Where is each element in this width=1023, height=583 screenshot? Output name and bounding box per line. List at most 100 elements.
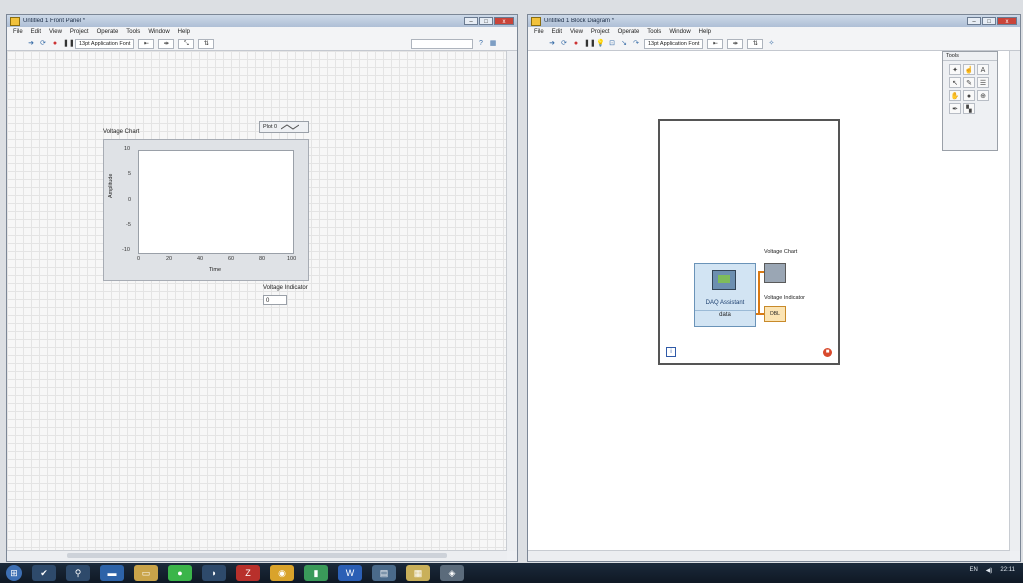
daq-data-output[interactable]: data bbox=[695, 310, 755, 318]
menu-edit[interactable]: Edit bbox=[31, 29, 41, 35]
clean-up-diagram-icon[interactable]: ✧ bbox=[767, 40, 775, 48]
menu-project[interactable]: Project bbox=[70, 29, 89, 35]
iteration-terminal[interactable]: i bbox=[666, 347, 676, 357]
abort-icon[interactable]: ● bbox=[572, 40, 580, 48]
help-icon[interactable]: ? bbox=[477, 40, 485, 48]
indicator-terminal[interactable]: DBL bbox=[764, 306, 786, 322]
run-continuously-icon[interactable]: ⟳ bbox=[560, 40, 568, 48]
voltage-indicator-label: Voltage Indicator bbox=[263, 285, 308, 291]
wiring-tool-icon[interactable]: ✎ bbox=[963, 77, 975, 88]
daq-assistant-node[interactable]: DAQ Assistant data bbox=[694, 263, 756, 327]
chrome-icon[interactable]: ◉ bbox=[270, 565, 294, 581]
scroll-tool-icon[interactable]: ✋ bbox=[949, 90, 961, 101]
distribute-objects-icon[interactable]: ⇹ bbox=[158, 38, 175, 49]
taskbar-app-icon[interactable]: ▮ bbox=[304, 565, 328, 581]
menu-file[interactable]: File bbox=[13, 29, 23, 35]
chart-plot-area[interactable] bbox=[138, 150, 294, 254]
font-selector[interactable]: 13pt Application Font bbox=[644, 38, 704, 49]
probe-tool-icon[interactable]: ⊕ bbox=[977, 90, 989, 101]
operate-tool-icon[interactable]: ☝ bbox=[963, 64, 975, 75]
step-over-icon[interactable]: ↷ bbox=[632, 40, 640, 48]
data-wire[interactable] bbox=[758, 271, 764, 273]
horizontal-scrollbar[interactable] bbox=[7, 550, 507, 561]
connector-pane-icon[interactable]: ▦ bbox=[489, 40, 497, 48]
position-tool-icon[interactable]: ↖ bbox=[949, 77, 961, 88]
menu-window[interactable]: Window bbox=[148, 29, 169, 35]
waveform-chart[interactable]: Amplitude 10 5 0 -5 -10 0 20 40 60 80 10… bbox=[103, 139, 309, 281]
while-loop[interactable]: i ■ DAQ Assistant data Voltage Chart Vol… bbox=[658, 119, 840, 365]
run-arrow-icon[interactable]: ➜ bbox=[548, 40, 556, 48]
auto-tool-icon[interactable]: ✦ bbox=[949, 64, 961, 75]
menu-operate[interactable]: Operate bbox=[97, 29, 119, 35]
chart-terminal[interactable] bbox=[764, 263, 786, 283]
block-diagram-title: Untitled 1 Block Diagram * bbox=[544, 18, 615, 24]
menu-project[interactable]: Project bbox=[591, 29, 610, 35]
taskbar-app-icon[interactable]: ⚲ bbox=[66, 565, 90, 581]
menu-tools[interactable]: Tools bbox=[126, 29, 140, 35]
coloring-tool-icon[interactable]: ▚ bbox=[963, 103, 975, 114]
taskbar-app-icon[interactable]: ◗ bbox=[202, 565, 226, 581]
run-arrow-icon[interactable]: ➜ bbox=[27, 40, 35, 48]
plot-legend[interactable]: Plot 0 bbox=[259, 121, 309, 133]
menu-help[interactable]: Help bbox=[699, 29, 711, 35]
y-tick: 0 bbox=[128, 197, 132, 203]
menu-window[interactable]: Window bbox=[669, 29, 690, 35]
language-indicator[interactable]: EN bbox=[969, 567, 977, 574]
text-tool-icon[interactable]: A bbox=[977, 64, 989, 75]
stop-condition-icon[interactable]: ■ bbox=[823, 348, 832, 357]
menu-operate[interactable]: Operate bbox=[618, 29, 640, 35]
shortcut-menu-tool-icon[interactable]: ☰ bbox=[977, 77, 989, 88]
vertical-scrollbar[interactable] bbox=[1009, 51, 1020, 551]
taskbar-app-icon[interactable]: ▬ bbox=[100, 565, 124, 581]
menu-view[interactable]: View bbox=[49, 29, 62, 35]
align-objects-icon[interactable]: ⇤ bbox=[138, 38, 155, 49]
reorder-icon[interactable]: ⇅ bbox=[747, 38, 764, 49]
close-button[interactable]: x bbox=[997, 17, 1017, 25]
align-objects-icon[interactable]: ⇤ bbox=[707, 38, 724, 49]
breakpoint-tool-icon[interactable]: ● bbox=[963, 90, 975, 101]
taskbar-app-icon[interactable]: ✔ bbox=[32, 565, 56, 581]
front-panel-title: Untitled 1 Front Panel * bbox=[23, 18, 86, 24]
color-copy-tool-icon[interactable]: ✒ bbox=[949, 103, 961, 114]
menu-tools[interactable]: Tools bbox=[647, 29, 661, 35]
line-app-icon[interactable]: ● bbox=[168, 565, 192, 581]
close-button[interactable]: x bbox=[494, 17, 514, 25]
maximize-button[interactable]: □ bbox=[479, 17, 493, 25]
run-continuously-icon[interactable]: ⟳ bbox=[39, 40, 47, 48]
retain-wire-values-icon[interactable]: ⊡ bbox=[608, 40, 616, 48]
file-explorer-icon[interactable]: ▭ bbox=[134, 565, 158, 581]
data-wire[interactable] bbox=[758, 271, 760, 315]
abort-icon[interactable]: ● bbox=[51, 40, 59, 48]
pause-icon[interactable]: ❚❚ bbox=[584, 40, 596, 48]
pause-icon[interactable]: ❚❚ bbox=[63, 40, 75, 48]
voltage-indicator[interactable]: 0 bbox=[263, 295, 287, 305]
start-button[interactable]: ⊞ bbox=[6, 565, 22, 581]
minimize-button[interactable]: – bbox=[464, 17, 478, 25]
taskbar-app-icon[interactable]: ◈ bbox=[440, 565, 464, 581]
taskbar-app-icon[interactable]: ▤ bbox=[372, 565, 396, 581]
menu-view[interactable]: View bbox=[570, 29, 583, 35]
menu-edit[interactable]: Edit bbox=[552, 29, 562, 35]
labview-taskbar-icon[interactable]: ▦ bbox=[406, 565, 430, 581]
menu-file[interactable]: File bbox=[534, 29, 544, 35]
step-into-icon[interactable]: ↘ bbox=[620, 40, 628, 48]
scroll-thumb[interactable] bbox=[67, 553, 447, 558]
font-selector[interactable]: 13pt Application Font bbox=[75, 38, 135, 49]
vertical-scrollbar[interactable] bbox=[506, 51, 517, 551]
filezilla-icon[interactable]: Z bbox=[236, 565, 260, 581]
horizontal-scrollbar[interactable] bbox=[528, 550, 1010, 561]
distribute-objects-icon[interactable]: ⇹ bbox=[727, 38, 744, 49]
front-panel-canvas[interactable] bbox=[7, 51, 507, 551]
block-diagram-titlebar[interactable]: Untitled 1 Block Diagram * – □ x bbox=[528, 15, 1020, 27]
menu-help[interactable]: Help bbox=[178, 29, 190, 35]
clock[interactable]: 22:11 bbox=[1000, 567, 1015, 574]
reorder-icon[interactable]: ⇅ bbox=[198, 38, 215, 49]
resize-objects-icon[interactable]: ⤡ bbox=[178, 38, 195, 49]
volume-icon[interactable]: ◀) bbox=[986, 567, 993, 574]
word-icon[interactable]: W bbox=[338, 565, 362, 581]
search-input[interactable] bbox=[411, 38, 473, 49]
minimize-button[interactable]: – bbox=[967, 17, 981, 25]
highlight-execution-icon[interactable]: 💡 bbox=[596, 40, 605, 48]
front-panel-titlebar[interactable]: Untitled 1 Front Panel * – □ x bbox=[7, 15, 517, 27]
maximize-button[interactable]: □ bbox=[982, 17, 996, 25]
